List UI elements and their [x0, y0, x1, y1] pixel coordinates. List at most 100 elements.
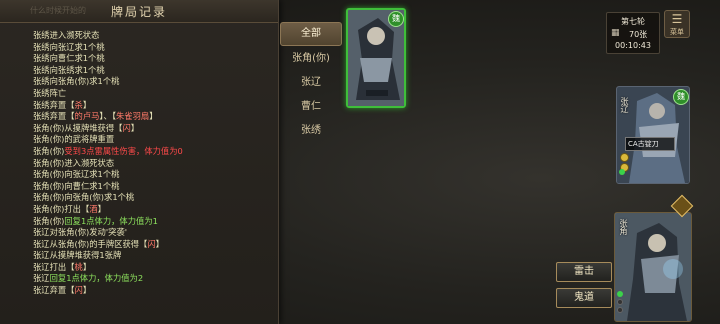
player-card-top[interactable]: 魏 — [346, 8, 406, 108]
log-entry: 张角(你)向曹仁求1个桃 — [33, 181, 273, 193]
log-segment: 】 — [155, 238, 164, 249]
player-name: 张辽 — [620, 97, 629, 113]
log-entry: 张角(你)的武将牌重置 — [33, 134, 273, 146]
log-segment: 】 — [82, 261, 92, 272]
log-segment: 回复1点体力，体力值为1 — [64, 215, 158, 226]
log-segment: 张绣向张辽求1个桃 — [33, 41, 105, 52]
log-segment: 张绣阵亡 — [33, 87, 67, 98]
log-entry: 张角(你)回复1点体力，体力值为1 — [33, 216, 273, 228]
menu-button[interactable]: ☰ 菜单 — [664, 10, 690, 38]
log-segment: 张绣弃置【 — [33, 111, 75, 122]
log-segment: 闪 — [122, 122, 131, 133]
log-segment: 张辽打出【 — [33, 261, 75, 272]
filter-tab[interactable]: 张角(你) — [280, 48, 342, 70]
log-entry: 张绣弃置【的卢马】、【朱雀羽扇】 — [33, 111, 273, 123]
log-entry: 张角(你)从摸牌堆获得【闪】 — [33, 123, 273, 135]
filter-tab[interactable]: 曹仁 — [280, 96, 342, 118]
log-entry: 张绣弃置【杀】 — [33, 100, 273, 112]
log-entry: 张绣向张绣求1个桃 — [33, 65, 273, 77]
log-segment: 张角(你) — [33, 215, 65, 226]
log-segment: 】 — [82, 99, 92, 110]
log-segment: 张角(你)向张角(你)求1个桃 — [33, 192, 135, 203]
player-card-self[interactable]: 张角 — [614, 212, 692, 322]
log-segment: 张绣向张绣求1个桃 — [33, 64, 105, 75]
status-token — [620, 153, 629, 162]
log-segment: 张角(你)进入濒死状态 — [33, 157, 115, 168]
game-board: 什么时候开始的 牌局记录 张绣进入濒死状态 张绣向张辽求1个桃 张绣向曹仁求1个桃张… — [0, 0, 720, 324]
log-title: 牌局记录 — [110, 5, 167, 19]
filter-tab[interactable]: 张辽 — [280, 72, 342, 94]
log-segment: 张角(你)从摸牌堆获得【 — [33, 122, 123, 133]
log-segment: 张辽 — [33, 273, 50, 284]
skill-button-leiji[interactable]: 雷击 — [556, 262, 612, 282]
log-segment: 杀 — [74, 99, 83, 110]
log-filter-tabs: 全部 张角(你) 张辽 曹仁 张绣 — [280, 22, 342, 144]
log-entry: 张辽从摸牌堆获得1张牌 — [33, 250, 273, 262]
log-segment: 受到3点雷属性伤害，体力值为0 — [64, 145, 183, 156]
log-segment: 张角(你)打出【 — [33, 203, 90, 214]
log-segment: 酒 — [89, 203, 98, 214]
log-segment: 张角(你)的武将牌重置 — [33, 134, 115, 145]
menu-icon: ☰ — [671, 12, 683, 26]
log-header: 什么时候开始的 牌局记录 — [0, 0, 278, 23]
log-entry: 张辽回复1点体力，体力值为2 — [33, 273, 273, 285]
log-segment: 】 — [82, 285, 92, 296]
log-segment: 】、【 — [99, 111, 116, 122]
log-entry: 张辽打出【桃】 — [33, 262, 273, 274]
player-card-zhangliao[interactable]: 魏 张辽 CA古锭刀 — [616, 86, 690, 184]
faction-badge: 魏 — [673, 89, 689, 105]
log-segment: 闪 — [74, 285, 83, 296]
log-segment: 闪 — [147, 238, 156, 249]
log-segment: 张角(你)向曹仁求1个桃 — [33, 180, 120, 191]
log-segment: 张绣进入濒死状态 — [33, 30, 100, 40]
deck-icon: ▦ — [611, 28, 620, 38]
hp-point — [619, 169, 625, 175]
log-entry: 张辽对张角(你)发动'突袭' — [33, 227, 273, 239]
log-segment: 张辽对张角(你)发动'突袭' — [33, 227, 128, 238]
log-segment: 】 — [149, 111, 158, 122]
log-entry: 张角(你)打出【酒】 — [33, 204, 273, 216]
hp-indicator — [617, 291, 623, 315]
log-entry: 张绣向张辽求1个桃 — [33, 42, 273, 54]
game-log-panel: 什么时候开始的 牌局记录 张绣进入濒死状态 张绣向张辽求1个桃 张绣向曹仁求1个桃张… — [0, 0, 279, 324]
log-entry: 张角(你)受到3点雷属性伤害，体力值为0 — [33, 146, 273, 158]
skill-button-guidao[interactable]: 鬼道 — [556, 288, 612, 308]
log-entry: 张辽弃置【闪】 — [33, 285, 273, 297]
hp-point — [617, 291, 623, 297]
deck-count: 70张 — [629, 30, 648, 39]
log-segment: 张绣向曹仁求1个桃 — [33, 53, 105, 64]
filter-tab[interactable]: 全部 — [280, 22, 342, 46]
log-segment: 朱雀羽扇 — [116, 111, 150, 122]
log-segment: 张角(你)向张辽求1个桃 — [33, 169, 120, 180]
round-number: 第七轮 — [621, 17, 645, 26]
log-segment: 桃 — [74, 261, 83, 272]
log-entry: 张绣阵亡 — [33, 88, 273, 100]
log-entry: 张辽从张角(你)的手牌区获得【闪】 — [33, 239, 273, 251]
log-segment: 张角(你) — [33, 145, 65, 156]
log-entry: 张绣向张角(你)求1个桃 — [33, 76, 273, 88]
log-segment: 】 — [130, 122, 140, 133]
faction-badge: 魏 — [388, 11, 404, 27]
log-segment: 】 — [97, 203, 106, 214]
log-entry: 张绣向曹仁求1个桃 — [33, 53, 273, 65]
log-segment: 张辽弃置【 — [33, 285, 75, 296]
log-segment: 张辽从张角(你)的手牌区获得【 — [33, 238, 148, 249]
log-entry: 张绣进入濒死状态 — [33, 30, 273, 42]
hp-point-empty — [617, 299, 623, 305]
log-segment: 的卢马 — [74, 111, 100, 122]
hp-point-empty — [617, 307, 623, 313]
filter-tab[interactable]: 张绣 — [280, 120, 342, 142]
hp-indicator — [619, 169, 625, 177]
log-segment: 张绣向张角(你)求1个桃 — [33, 76, 120, 87]
log-segment: 回复1点体力，体力值为2 — [49, 273, 144, 284]
log-segment: 张辽从摸牌堆获得1张牌 — [33, 250, 122, 261]
log-lines: 张绣进入濒死状态 张绣向张辽求1个桃 张绣向曹仁求1个桃 张绣向张绣求1个桃 张绣向张角… — [33, 30, 273, 297]
log-entry: 张角(你)向张角(你)求1个桃 — [33, 192, 273, 204]
player-name: 张角 — [619, 219, 628, 235]
round-info-panel: 第七轮 ▦ 70张 00:10:43 — [606, 12, 660, 54]
log-segment: 张绣弃置【 — [33, 99, 75, 110]
game-timer: 00:10:43 — [615, 41, 651, 50]
log-entry: 张角(你)进入濒死状态 — [33, 158, 273, 170]
menu-label: 菜单 — [670, 28, 684, 36]
log-entry: 张角(你)向张辽求1个桃 — [33, 169, 273, 181]
